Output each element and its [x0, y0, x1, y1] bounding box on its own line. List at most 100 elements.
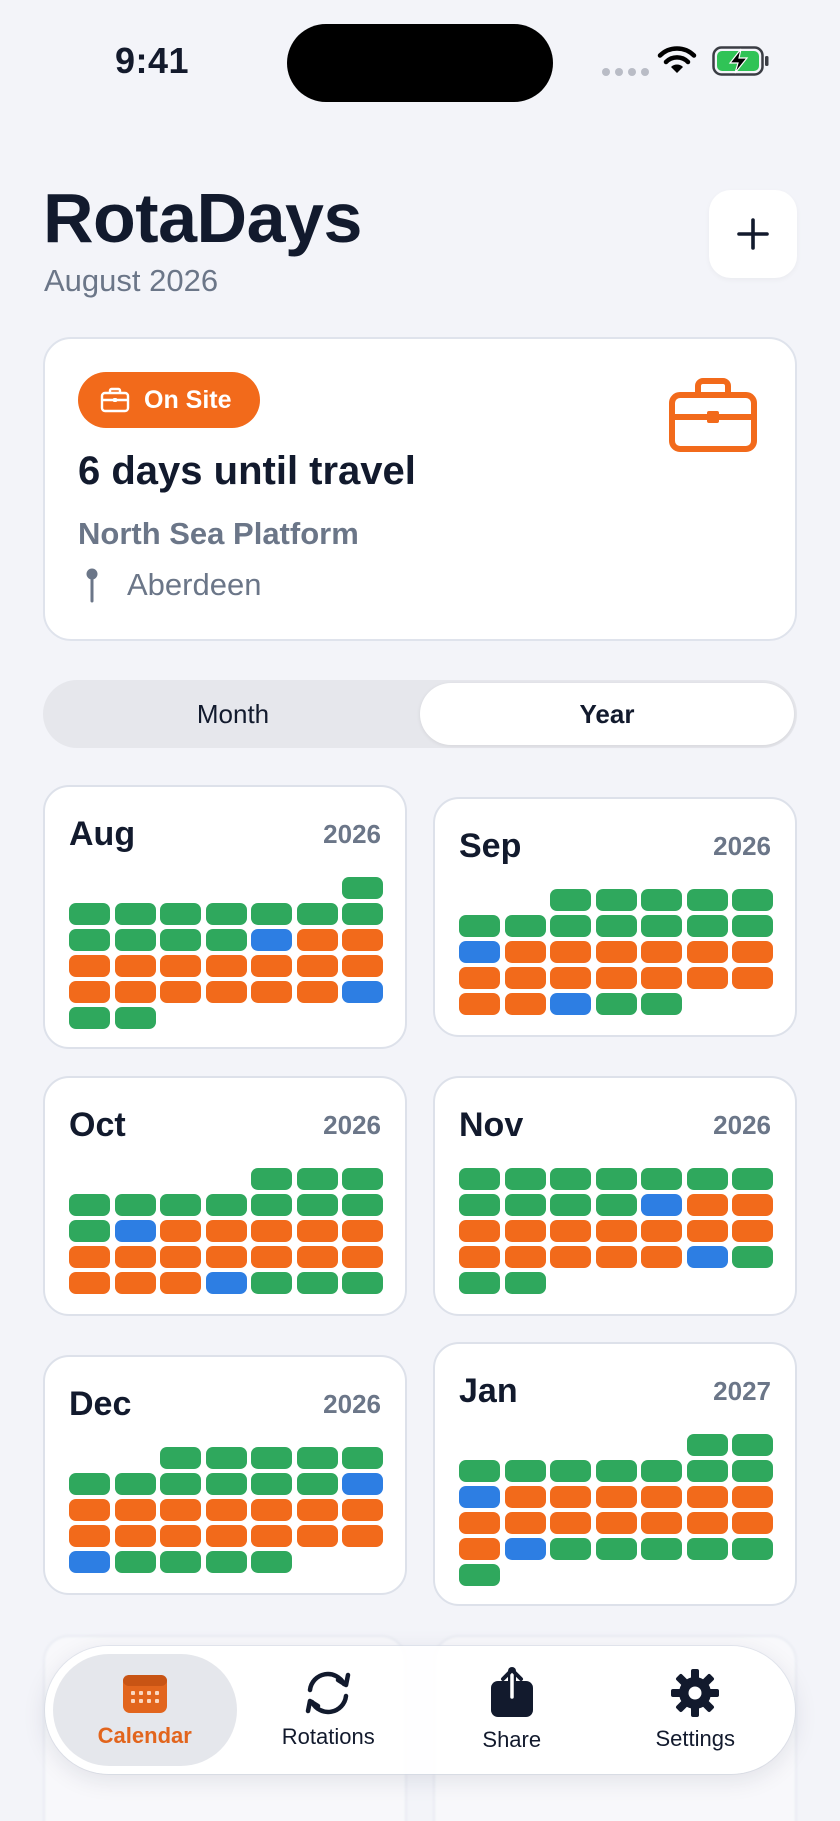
day-cell-work[interactable] — [686, 941, 728, 963]
day-cell-travel[interactable] — [114, 1220, 156, 1242]
day-cell-work[interactable] — [342, 955, 383, 977]
day-cell-work[interactable] — [342, 1246, 383, 1268]
day-cell-work[interactable] — [459, 967, 500, 989]
day-cell-home[interactable] — [641, 1168, 682, 1190]
day-cell-home[interactable] — [641, 889, 682, 911]
day-cell-home[interactable] — [686, 889, 728, 911]
day-cell-home[interactable] — [732, 1246, 773, 1268]
day-cell-home[interactable] — [342, 1272, 383, 1294]
day-cell-home[interactable] — [595, 1168, 637, 1190]
day-cell-work[interactable] — [69, 1272, 110, 1294]
day-cell-home[interactable] — [641, 993, 682, 1015]
month-card-aug[interactable]: Aug 2026 — [43, 785, 407, 1049]
day-cell-work[interactable] — [641, 941, 682, 963]
day-cell-work[interactable] — [732, 1194, 773, 1216]
day-cell-work[interactable] — [641, 1486, 682, 1508]
day-cell-work[interactable] — [550, 1512, 591, 1534]
day-cell-work[interactable] — [160, 1272, 201, 1294]
day-cell-work[interactable] — [504, 967, 546, 989]
day-cell-work[interactable] — [732, 941, 773, 963]
day-cell-work[interactable] — [595, 1220, 637, 1242]
day-cell-home[interactable] — [504, 1460, 546, 1482]
day-cell-travel[interactable] — [641, 1194, 682, 1216]
day-cell-work[interactable] — [342, 1499, 383, 1521]
day-cell-work[interactable] — [205, 981, 247, 1003]
day-cell-work[interactable] — [114, 1246, 156, 1268]
day-cell-work[interactable] — [732, 1220, 773, 1242]
day-cell-work[interactable] — [251, 1525, 292, 1547]
day-cell-home[interactable] — [641, 1460, 682, 1482]
day-cell-travel[interactable] — [459, 941, 500, 963]
day-cell-work[interactable] — [160, 1246, 201, 1268]
day-cell-home[interactable] — [251, 1194, 292, 1216]
day-cell-home[interactable] — [595, 993, 637, 1015]
day-cell-work[interactable] — [296, 1246, 338, 1268]
day-cell-home[interactable] — [459, 1194, 500, 1216]
day-cell-home[interactable] — [205, 1551, 247, 1573]
day-cell-home[interactable] — [732, 1538, 773, 1560]
day-cell-home[interactable] — [114, 929, 156, 951]
day-cell-travel[interactable] — [205, 1272, 247, 1294]
day-cell-work[interactable] — [296, 1525, 338, 1547]
day-cell-work[interactable] — [686, 967, 728, 989]
day-cell-home[interactable] — [686, 1168, 728, 1190]
day-cell-work[interactable] — [205, 1499, 247, 1521]
day-cell-work[interactable] — [504, 1486, 546, 1508]
day-cell-work[interactable] — [641, 967, 682, 989]
day-cell-work[interactable] — [160, 1525, 201, 1547]
day-cell-home[interactable] — [160, 929, 201, 951]
day-cell-work[interactable] — [114, 1272, 156, 1294]
day-cell-home[interactable] — [550, 1538, 591, 1560]
day-cell-home[interactable] — [504, 1168, 546, 1190]
day-cell-work[interactable] — [595, 967, 637, 989]
day-cell-work[interactable] — [205, 1525, 247, 1547]
day-cell-home[interactable] — [205, 929, 247, 951]
day-cell-work[interactable] — [160, 981, 201, 1003]
day-cell-home[interactable] — [686, 1460, 728, 1482]
day-cell-work[interactable] — [296, 955, 338, 977]
day-cell-work[interactable] — [504, 1220, 546, 1242]
day-cell-home[interactable] — [205, 1473, 247, 1495]
day-cell-travel[interactable] — [459, 1486, 500, 1508]
day-cell-home[interactable] — [459, 1168, 500, 1190]
day-cell-home[interactable] — [296, 1473, 338, 1495]
day-cell-work[interactable] — [732, 1486, 773, 1508]
day-cell-travel[interactable] — [342, 981, 383, 1003]
day-cell-home[interactable] — [114, 1551, 156, 1573]
day-cell-work[interactable] — [342, 929, 383, 951]
day-cell-work[interactable] — [459, 1246, 500, 1268]
day-cell-home[interactable] — [732, 915, 773, 937]
day-cell-home[interactable] — [686, 1434, 728, 1456]
day-cell-home[interactable] — [251, 1473, 292, 1495]
day-cell-travel[interactable] — [550, 993, 591, 1015]
day-cell-work[interactable] — [459, 1538, 500, 1560]
view-toggle-year[interactable]: Year — [420, 683, 794, 745]
day-cell-work[interactable] — [251, 1499, 292, 1521]
day-cell-work[interactable] — [459, 1220, 500, 1242]
day-cell-home[interactable] — [160, 1447, 201, 1469]
day-cell-travel[interactable] — [69, 1551, 110, 1573]
day-cell-home[interactable] — [296, 1447, 338, 1469]
day-cell-work[interactable] — [251, 1220, 292, 1242]
day-cell-home[interactable] — [114, 903, 156, 925]
day-cell-work[interactable] — [114, 981, 156, 1003]
day-cell-work[interactable] — [686, 1194, 728, 1216]
day-cell-home[interactable] — [205, 1194, 247, 1216]
day-cell-home[interactable] — [69, 1007, 110, 1029]
day-cell-work[interactable] — [641, 1246, 682, 1268]
day-cell-home[interactable] — [251, 903, 292, 925]
month-card-jan[interactable]: Jan 2027 — [433, 1342, 797, 1606]
day-cell-work[interactable] — [296, 1499, 338, 1521]
tab-calendar[interactable]: Calendar — [53, 1654, 237, 1766]
day-cell-work[interactable] — [504, 941, 546, 963]
day-cell-travel[interactable] — [686, 1246, 728, 1268]
day-cell-home[interactable] — [342, 877, 383, 899]
day-cell-home[interactable] — [732, 1434, 773, 1456]
day-cell-work[interactable] — [251, 1246, 292, 1268]
day-cell-home[interactable] — [342, 903, 383, 925]
view-toggle-month[interactable]: Month — [46, 683, 420, 745]
day-cell-work[interactable] — [342, 1525, 383, 1547]
day-cell-home[interactable] — [459, 915, 500, 937]
day-cell-work[interactable] — [595, 1246, 637, 1268]
day-cell-work[interactable] — [160, 1220, 201, 1242]
